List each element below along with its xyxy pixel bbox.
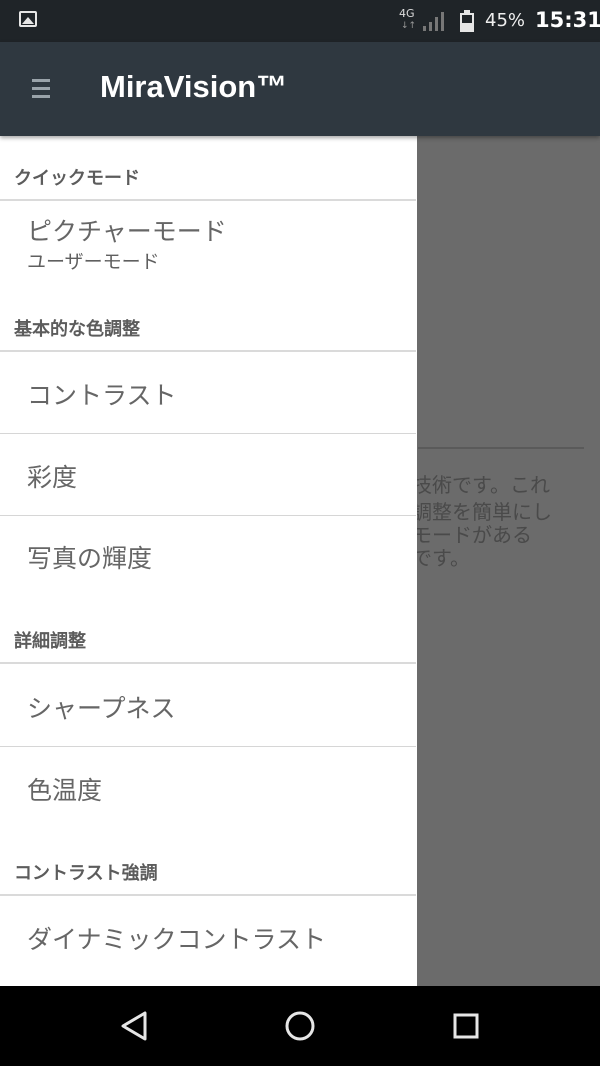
image-icon-mountain — [22, 17, 34, 24]
background-content: 技術です。これ 調整を簡単にし モードがある です。 — [412, 136, 600, 986]
menu-item-label: ピクチャーモード — [27, 217, 227, 246]
section-header-basic-color: 基本的な色調整 — [14, 319, 140, 340]
item-divider — [0, 433, 416, 434]
navigation-drawer: クイックモード ピクチャーモード ユーザーモード 基本的な色調整 コントラスト … — [0, 136, 417, 986]
hamburger-menu-icon[interactable] — [32, 77, 52, 101]
background-text-line: 技術です。これ — [412, 473, 550, 497]
home-icon[interactable] — [280, 1006, 320, 1046]
app-title: MiraVision™ — [100, 69, 288, 104]
menu-item-color-temperature[interactable]: 色温度 — [27, 771, 102, 807]
clock: 15:31 — [535, 8, 600, 32]
data-activity-icon: ↓↑ — [401, 21, 417, 31]
app-toolbar: MiraVision™ — [0, 42, 600, 136]
back-icon[interactable] — [114, 1006, 154, 1046]
battery-icon — [460, 10, 474, 32]
network-type: 4G — [399, 7, 415, 20]
section-divider — [0, 894, 416, 896]
item-divider — [0, 515, 416, 516]
section-divider — [0, 662, 416, 664]
section-header-quick-mode: クイックモード — [14, 168, 140, 189]
background-divider — [418, 447, 584, 449]
background-text-line: です。 — [412, 546, 470, 570]
battery-percentage: 45% — [485, 10, 526, 31]
system-navigation-bar — [0, 986, 600, 1066]
menu-item-subtitle: ユーザーモード — [27, 251, 160, 273]
item-divider — [0, 746, 416, 747]
recents-icon[interactable] — [446, 1006, 486, 1046]
menu-item-sharpness[interactable]: シャープネス — [27, 689, 176, 725]
menu-item-photo-brightness[interactable]: 写真の輝度 — [27, 539, 152, 575]
signal-strength-icon — [423, 12, 444, 31]
menu-item-dynamic-contrast[interactable]: ダイナミックコントラスト — [27, 920, 326, 956]
menu-item-saturation[interactable]: 彩度 — [27, 458, 77, 494]
section-header-advanced: 詳細調整 — [14, 631, 86, 652]
section-header-contrast-enhancement: コントラスト強調 — [14, 863, 158, 884]
section-divider — [0, 199, 416, 201]
section-divider — [0, 350, 416, 352]
menu-item-contrast[interactable]: コントラスト — [27, 376, 177, 412]
status-bar: 4G ↓↑ 45% 15:31 — [0, 0, 600, 42]
image-notification-icon — [19, 11, 37, 27]
